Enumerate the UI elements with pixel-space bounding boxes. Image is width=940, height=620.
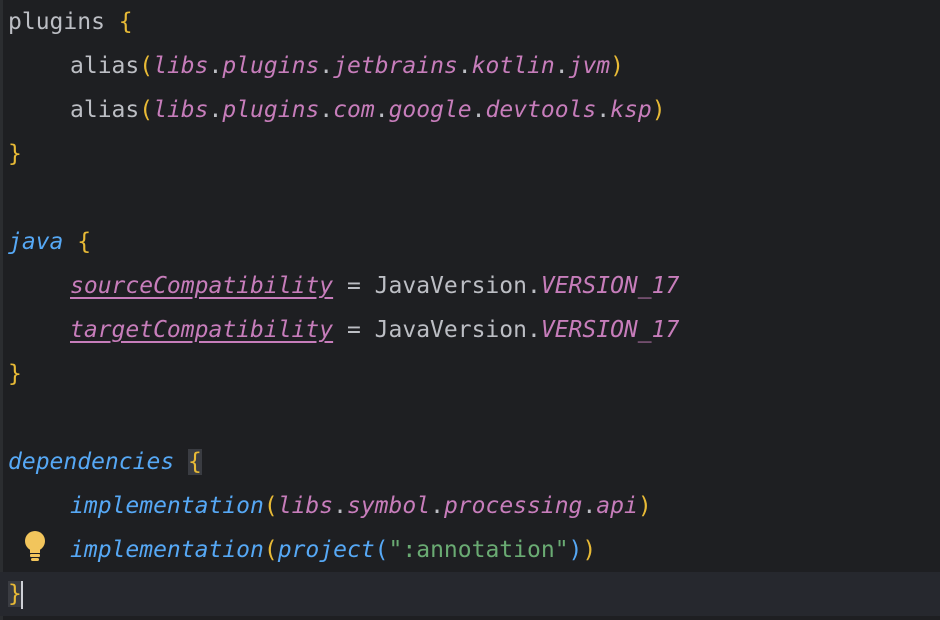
open-paren: (	[139, 97, 154, 123]
dot: .	[208, 97, 223, 123]
annotation-string: ":annotation"	[388, 537, 569, 563]
code-line-9[interactable]: }	[8, 352, 22, 396]
dot: .	[471, 97, 486, 123]
close-paren-inner: )	[568, 537, 583, 563]
open-paren: (	[263, 493, 278, 519]
close-paren: )	[582, 537, 597, 563]
ksp-ref: ksp	[610, 97, 652, 123]
dot: .	[457, 53, 472, 79]
alias-call: alias	[70, 97, 140, 123]
gutter	[0, 0, 3, 620]
open-brace: {	[77, 229, 92, 255]
alias-call: alias	[70, 53, 140, 79]
open-paren: (	[263, 537, 278, 563]
close-brace: }	[8, 361, 22, 387]
dot: .	[430, 493, 444, 519]
close-brace-matched: }	[8, 581, 22, 607]
dot: .	[319, 53, 334, 79]
java-version-class: JavaVersion	[374, 273, 527, 299]
code-editor[interactable]: plugins { alias(libs.plugins.jetbrains.k…	[0, 0, 940, 620]
code-line-1[interactable]: plugins {	[8, 0, 133, 44]
open-brace: {	[118, 9, 133, 35]
dot: .	[526, 273, 541, 299]
dot: .	[526, 317, 541, 343]
implementation-call: implementation	[70, 537, 264, 563]
java-block-keyword: java	[8, 229, 64, 255]
libs-ref: libs	[153, 53, 209, 79]
implementation-call: implementation	[70, 493, 264, 519]
code-line-7[interactable]: sourceCompatibility = JavaVersion.VERSIO…	[8, 264, 679, 308]
code-line-4[interactable]: }	[8, 132, 22, 176]
devtools-ref: devtools	[485, 97, 597, 123]
dot: .	[596, 97, 611, 123]
dot: .	[208, 53, 223, 79]
close-paren: )	[610, 53, 624, 79]
code-line-13[interactable]: implementation(project(":annotation"))	[8, 528, 596, 572]
project-call: project	[277, 537, 375, 563]
code-line-14-current[interactable]: }	[0, 572, 940, 616]
version-17-const: VERSION_17	[540, 317, 680, 343]
dot: .	[582, 493, 597, 519]
code-line-8[interactable]: targetCompatibility = JavaVersion.VERSIO…	[8, 308, 679, 352]
close-brace: }	[8, 141, 22, 167]
close-paren: )	[651, 97, 666, 123]
open-brace-matched: {	[188, 449, 202, 475]
source-compatibility-prop: sourceCompatibility	[70, 273, 334, 299]
java-version-class: JavaVersion	[374, 317, 527, 343]
dot: .	[554, 53, 569, 79]
jetbrains-ref: jetbrains	[333, 53, 458, 79]
version-17-const: VERSION_17	[540, 273, 680, 299]
api-ref: api	[596, 493, 638, 519]
google-ref: google	[388, 97, 472, 123]
jvm-ref: jvm	[568, 53, 611, 79]
close-paren: )	[637, 493, 652, 519]
code-line-3[interactable]: alias(libs.plugins.com.google.devtools.k…	[8, 88, 666, 132]
text-caret	[20, 580, 23, 609]
plugins-ref: plugins	[222, 97, 320, 123]
com-ref: com	[333, 97, 375, 123]
open-paren-inner: (	[374, 537, 389, 563]
libs-ref: libs	[277, 493, 334, 519]
processing-ref: processing	[443, 493, 583, 519]
dependencies-block-keyword: dependencies	[8, 449, 175, 475]
code-line-12[interactable]: implementation(libs.symbol.processing.ap…	[8, 484, 652, 528]
code-line-11[interactable]: dependencies {	[8, 440, 202, 484]
code-line-2[interactable]: alias(libs.plugins.jetbrains.kotlin.jvm)	[8, 44, 624, 88]
symbol-ref: symbol	[346, 493, 431, 519]
assign-operator: =	[333, 317, 375, 343]
plugins-block-keyword: plugins	[8, 9, 105, 35]
code-line-6[interactable]: java {	[8, 220, 91, 264]
assign-operator: =	[333, 273, 375, 299]
dot: .	[374, 97, 389, 123]
target-compatibility-prop: targetCompatibility	[70, 317, 334, 343]
libs-ref: libs	[153, 97, 209, 123]
open-paren: (	[139, 53, 154, 79]
plugins-ref: plugins	[222, 53, 320, 79]
dot: .	[319, 97, 334, 123]
dot: .	[333, 493, 347, 519]
kotlin-ref: kotlin	[471, 53, 555, 79]
